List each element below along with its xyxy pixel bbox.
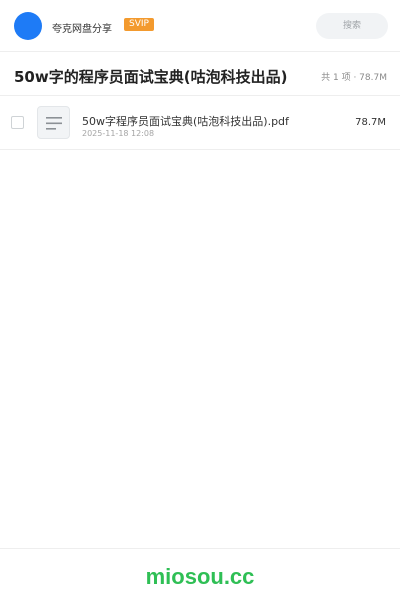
file-size: 78.7M [355, 117, 386, 128]
document-icon [37, 106, 70, 139]
footer-brand: miosou.cc [145, 564, 255, 589]
page-title: 50w字的程序员面试宝典(咕泡科技出品) [14, 68, 288, 86]
avatar[interactable] [14, 12, 42, 40]
file-checkbox[interactable] [11, 116, 24, 129]
share-summary: 共 1 项 · 78.7M [321, 73, 387, 83]
file-name[interactable]: 50w字程序员面试宝典(咕泡科技出品).pdf [82, 113, 289, 129]
share-title-row: 50w字的程序员面试宝典(咕泡科技出品) 共 1 项 · 78.7M [0, 52, 400, 96]
svip-badge: SVIP [124, 18, 154, 31]
file-date: 2025-11-18 12:08 [82, 129, 155, 138]
username: 夸克网盘分享 [52, 24, 112, 35]
header-bar: 夸克网盘分享 SVIP [0, 0, 400, 52]
footer: miosou.cc [0, 548, 400, 600]
share-page: 夸克网盘分享 SVIP 50w字的程序员面试宝典(咕泡科技出品) 共 1 项 ·… [0, 0, 400, 600]
file-row[interactable]: 50w字程序员面试宝典(咕泡科技出品).pdf 2025-11-18 12:08… [0, 96, 400, 150]
search-input[interactable] [316, 13, 388, 39]
